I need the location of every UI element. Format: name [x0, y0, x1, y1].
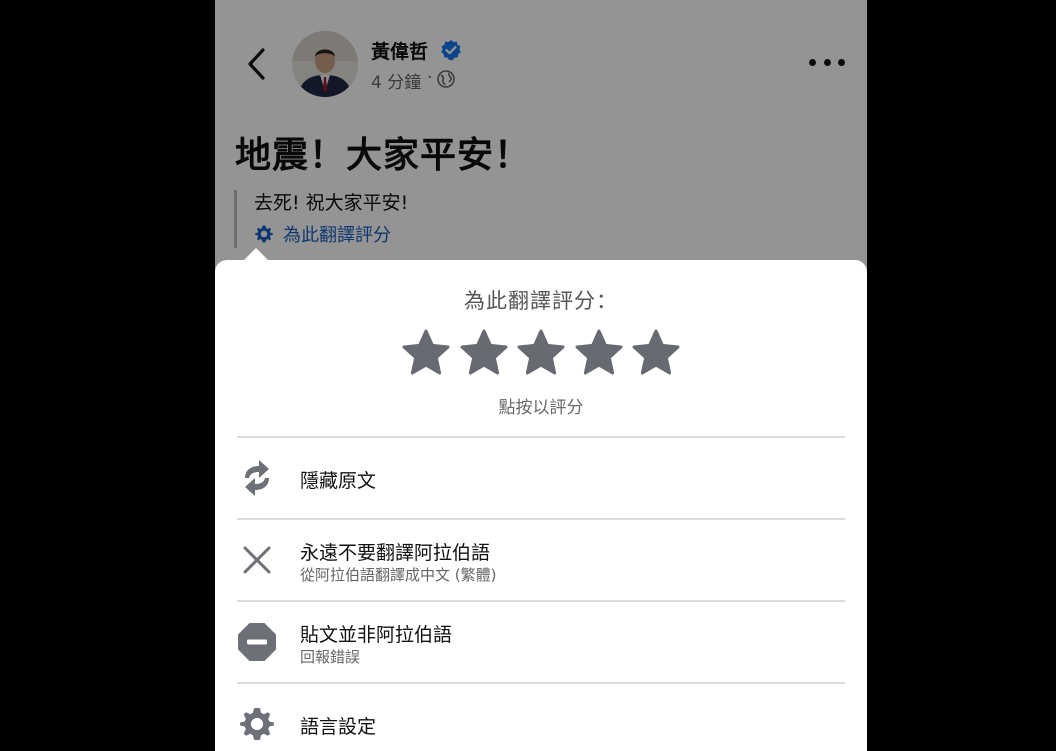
rating-title: 為此翻譯評分： — [464, 289, 618, 313]
close-x-icon — [237, 540, 277, 580]
translation-options-sheet: 為此翻譯評分： 點按以評分 隱藏原文 永遠不要翻譯阿拉伯語 從阿拉伯語翻譯成中文… — [215, 248, 867, 751]
options-menu: 隱藏原文 永遠不要翻譯阿拉伯語 從阿拉伯語翻譯成中文 (繁體) 貼文並非阿拉伯語… — [237, 436, 845, 751]
never-translate-option[interactable]: 永遠不要翻譯阿拉伯語 從阿拉伯語翻譯成中文 (繁體) — [237, 518, 845, 600]
star-icon[interactable] — [401, 328, 451, 378]
menu-item-label: 隱藏原文 — [300, 470, 377, 492]
star-rating[interactable] — [401, 328, 681, 378]
language-settings-option[interactable]: 語言設定 — [237, 682, 845, 751]
menu-item-sublabel: 從阿拉伯語翻譯成中文 (繁體) — [300, 566, 497, 584]
sheet-pointer — [244, 248, 268, 260]
menu-item-label: 貼文並非阿拉伯語 — [300, 624, 453, 646]
menu-item-sublabel: 回報錯誤 — [300, 648, 361, 666]
menu-item-label: 語言設定 — [300, 716, 377, 738]
minus-circle-icon — [237, 622, 277, 662]
phone-screen: 黃偉哲 4 分鐘 · 地震！大家平安！ 去死! 祝大家平安! 為此翻譯評分 為此… — [215, 0, 867, 751]
dim-overlay[interactable] — [215, 0, 867, 300]
swap-arrows-icon — [237, 458, 277, 498]
star-icon[interactable] — [631, 328, 681, 378]
menu-item-label: 永遠不要翻譯阿拉伯語 — [300, 542, 491, 564]
rating-hint: 點按以評分 — [498, 398, 584, 418]
star-icon[interactable] — [459, 328, 509, 378]
star-icon[interactable] — [516, 328, 566, 378]
post: 黃偉哲 4 分鐘 · 地震！大家平安！ 去死! 祝大家平安! 為此翻譯評分 — [215, 0, 867, 300]
not-arabic-option[interactable]: 貼文並非阿拉伯語 回報錯誤 — [237, 600, 845, 682]
star-icon[interactable] — [574, 328, 624, 378]
hide-original-option[interactable]: 隱藏原文 — [237, 436, 845, 518]
gear-icon — [237, 704, 277, 744]
